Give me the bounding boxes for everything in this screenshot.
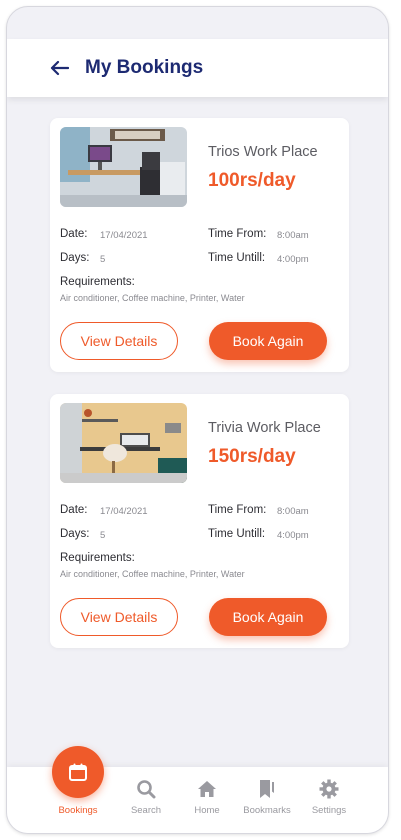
time-until-label: Time Untill: bbox=[208, 528, 266, 540]
book-again-button[interactable]: Book Again bbox=[209, 322, 327, 360]
app-header: My Bookings bbox=[7, 39, 388, 97]
gear-icon bbox=[319, 779, 339, 799]
time-from-label: Time From: bbox=[208, 504, 267, 516]
nav-bookings[interactable] bbox=[52, 746, 104, 798]
nav-home[interactable]: Home bbox=[175, 767, 239, 833]
book-again-button[interactable]: Book Again bbox=[209, 598, 327, 636]
days-value: 5 bbox=[100, 254, 106, 265]
time-from-value: 8:00am bbox=[277, 506, 309, 517]
requirements-list: Air conditioner, Coffee machine, Printer… bbox=[60, 569, 245, 579]
arrow-left-icon bbox=[50, 60, 69, 76]
booking-card: Trios Work Place 100rs/day Date: 17/04/2… bbox=[50, 118, 349, 372]
time-from-value: 8:00am bbox=[277, 230, 309, 241]
phone-frame: My Bookings Trios Work Place 100rs/day D… bbox=[6, 6, 389, 834]
days-value: 5 bbox=[100, 530, 106, 541]
requirements-list: Air conditioner, Coffee machine, Printer… bbox=[60, 293, 245, 303]
time-until-value: 4:00pm bbox=[277, 254, 309, 265]
page-title: My Bookings bbox=[85, 57, 204, 78]
time-until-value: 4:00pm bbox=[277, 530, 309, 541]
nav-label: Search bbox=[130, 805, 162, 816]
date-label: Date: bbox=[60, 504, 88, 516]
home-icon bbox=[198, 781, 216, 797]
nav-label-active: Bookings bbox=[58, 805, 98, 816]
requirements-label: Requirements: bbox=[60, 276, 135, 288]
place-name: Trivia Work Place bbox=[208, 420, 321, 436]
nav-label: Bookmarks bbox=[243, 805, 291, 816]
price: 100rs/day bbox=[208, 170, 296, 191]
back-button[interactable] bbox=[49, 57, 71, 79]
days-label: Days: bbox=[60, 528, 90, 540]
nav-bookmarks[interactable]: Bookmarks bbox=[235, 767, 299, 833]
booking-card: Trivia Work Place 150rs/day Date: 17/04/… bbox=[50, 394, 349, 648]
nav-label: Home bbox=[194, 805, 220, 816]
place-name: Trios Work Place bbox=[208, 144, 318, 160]
time-until-label: Time Untill: bbox=[208, 252, 266, 264]
time-from-label: Time From: bbox=[208, 228, 267, 240]
date-label: Date: bbox=[60, 228, 88, 240]
nav-settings[interactable]: Settings bbox=[297, 767, 361, 833]
bookmark-icon bbox=[260, 780, 274, 798]
price: 150rs/day bbox=[208, 446, 296, 467]
nav-search[interactable]: Search bbox=[114, 767, 178, 833]
requirements-label: Requirements: bbox=[60, 552, 135, 564]
workspace-image bbox=[60, 403, 187, 483]
nav-label: Settings bbox=[311, 805, 347, 816]
days-label: Days: bbox=[60, 252, 90, 264]
view-details-button[interactable]: View Details bbox=[60, 322, 178, 360]
date-value: 17/04/2021 bbox=[100, 506, 148, 517]
calendar-icon bbox=[69, 763, 87, 781]
search-icon bbox=[137, 780, 156, 799]
date-value: 17/04/2021 bbox=[100, 230, 148, 241]
view-details-button[interactable]: View Details bbox=[60, 598, 178, 636]
workspace-image bbox=[60, 127, 187, 207]
